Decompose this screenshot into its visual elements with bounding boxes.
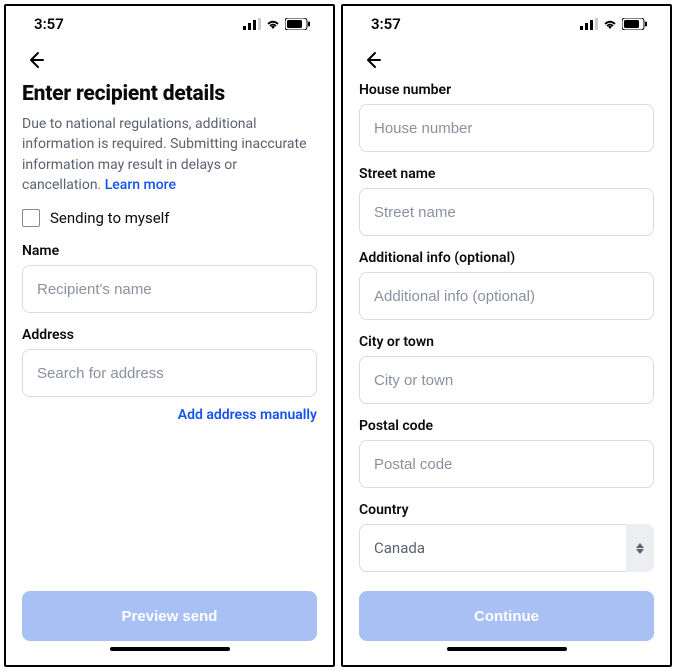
continue-button[interactable]: Continue [359,591,654,641]
name-input[interactable] [22,265,317,313]
address-field: Address [22,327,317,397]
page-title: Enter recipient details [22,82,317,106]
home-indicator [447,647,567,651]
additional-info-input[interactable] [359,272,654,320]
cellular-icon [580,18,598,30]
country-label: Country [359,502,654,518]
cellular-icon [243,18,261,30]
wifi-icon [602,18,618,30]
wifi-icon [265,18,281,30]
postal-code-label: Postal code [359,418,654,434]
postal-code-input[interactable] [359,440,654,488]
battery-icon [285,18,311,30]
footer-right: Continue [343,591,670,665]
preview-send-button[interactable]: Preview send [22,591,317,641]
address-input[interactable] [22,349,317,397]
status-bar: 3:57 [6,6,333,42]
address-label: Address [22,327,317,343]
learn-more-link[interactable]: Learn more [105,177,176,193]
additional-info-label: Additional info (optional) [359,250,654,266]
send-to-myself-row[interactable]: Sending to myself [22,209,317,227]
name-field: Name [22,243,317,313]
checkbox-label: Sending to myself [50,209,170,227]
house-number-field: House number [359,82,654,152]
home-indicator [110,647,230,651]
city-input[interactable] [359,356,654,404]
country-value: Canada [359,524,654,572]
street-name-input[interactable] [359,188,654,236]
status-bar: 3:57 [343,6,670,42]
nav-row [343,42,670,82]
page-subtext: Due to national regulations, additional … [22,114,317,195]
content-left: Enter recipient details Due to national … [6,82,333,591]
footer-left: Preview send [6,591,333,665]
add-address-manually-link[interactable]: Add address manually [22,407,317,423]
back-button[interactable] [359,46,387,74]
checkbox-icon[interactable] [22,209,40,227]
city-field: City or town [359,334,654,404]
house-number-label: House number [359,82,654,98]
arrow-left-icon [363,50,383,70]
street-name-label: Street name [359,166,654,182]
status-icons [580,18,648,30]
nav-row [6,42,333,82]
content-right: House number Street name Additional info… [343,82,670,591]
postal-code-field: Postal code [359,418,654,488]
additional-info-field: Additional info (optional) [359,250,654,320]
arrow-left-icon [26,50,46,70]
name-label: Name [22,243,317,259]
battery-icon [622,18,648,30]
phone-right: 3:57 House number Street name Additional… [341,4,672,667]
back-button[interactable] [22,46,50,74]
country-field: Country Canada [359,502,654,572]
house-number-input[interactable] [359,104,654,152]
status-icons [243,18,311,30]
phone-left: 3:57 Enter recipient details Due to nati… [4,4,335,667]
country-select[interactable]: Canada [359,524,654,572]
city-label: City or town [359,334,654,350]
street-name-field: Street name [359,166,654,236]
status-time: 3:57 [371,15,401,33]
status-time: 3:57 [34,15,64,33]
